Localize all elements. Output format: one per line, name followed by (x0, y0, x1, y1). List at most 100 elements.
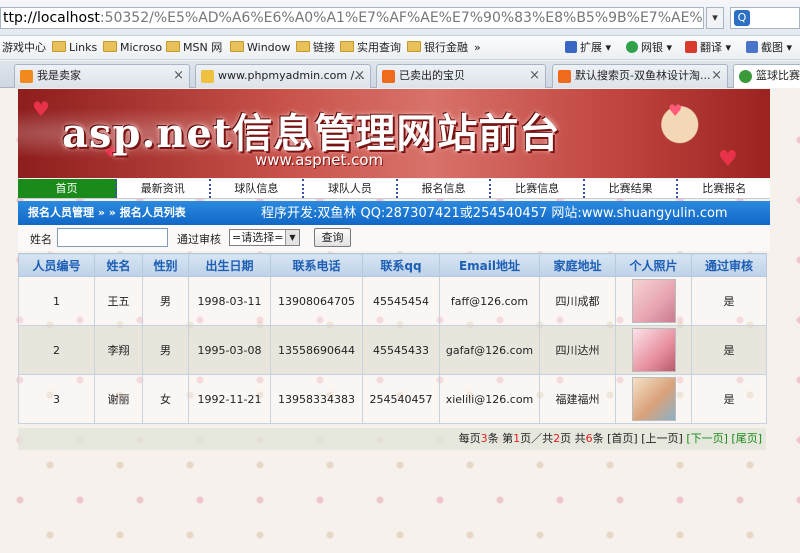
folder-icon (340, 41, 354, 52)
next-page-link[interactable]: [下一页] (686, 432, 728, 445)
fav-item-games[interactable]: 游戏中心 (2, 40, 46, 56)
search-icon[interactable]: Q (734, 10, 750, 26)
main-nav: 首页 最新资讯 球队信息 球队人员 报名信息 比赛信息 比赛结果 比赛报名 (18, 179, 770, 199)
col-gender: 性别 (142, 253, 189, 277)
nav-registration-info[interactable]: 报名信息 (398, 179, 492, 198)
cell-photo (615, 276, 692, 326)
prev-page-link[interactable]: [上一页] (641, 432, 683, 445)
folder-icon (230, 41, 244, 52)
pager-text: 条 第 (487, 432, 514, 445)
close-icon[interactable]: × (711, 65, 722, 87)
pager-text: 每页 (458, 432, 481, 445)
folder-icon (103, 41, 117, 52)
col-id: 人员编号 (18, 253, 95, 277)
tab-seller[interactable]: 我是卖家 × (14, 64, 190, 88)
close-icon[interactable]: × (173, 65, 184, 87)
pager-text: 页／共 (520, 432, 554, 445)
banner-subtitle: www.aspnet.com (255, 151, 384, 169)
tab-basketball[interactable]: 篮球比赛管 (733, 64, 800, 88)
toolbar-translate[interactable]: 翻译 ▾ (685, 40, 731, 56)
cell-phone: 13958334383 (270, 374, 363, 424)
close-icon[interactable]: × (354, 65, 365, 87)
tab-phpmyadmin[interactable]: www.phpmyadmin.com /... × (195, 64, 371, 88)
name-input[interactable] (57, 228, 168, 247)
fav-item-bank[interactable]: 银行金融 (407, 40, 468, 56)
fav-item-links[interactable]: Links (52, 40, 97, 56)
first-page-link[interactable]: [首页] (607, 432, 638, 445)
nav-team-members[interactable]: 球队人员 (304, 179, 398, 198)
nav-home[interactable]: 首页 (18, 179, 117, 198)
cell-gender: 男 (142, 325, 189, 375)
person-photo[interactable] (631, 328, 676, 372)
favorites-bar: 游戏中心 Links Microso MSN 网 Window 链接 实用查询 … (0, 36, 800, 60)
table-row[interactable]: 1 王五 男 1998-03-11 13908064705 45545454 f… (18, 276, 767, 326)
fav-item-windows[interactable]: Window (230, 40, 290, 56)
address-path: :50352/%E5%AD%A6%E6%A0%A1%E7%AF%AE%E7%90… (99, 10, 703, 26)
last-page-link[interactable]: [尾页] (731, 432, 762, 445)
nav-match-info[interactable]: 比赛信息 (491, 179, 585, 198)
cell-birthdate: 1995-03-08 (188, 325, 271, 375)
col-approved: 通过审核 (691, 253, 767, 277)
cell-phone: 13558690644 (270, 325, 363, 375)
tab-search-page[interactable]: 默认搜索页-双鱼林设计淘... × (552, 64, 728, 88)
taobao-icon (558, 70, 571, 83)
table-row[interactable]: 2 李翔 男 1995-03-08 13558690644 45545433 g… (18, 325, 767, 375)
fav-item-utility[interactable]: 实用查询 (340, 40, 401, 56)
address-input[interactable]: ttp://localhost:50352/%E5%AD%A6%E6%A0%A1… (0, 7, 704, 29)
folder-icon (52, 41, 66, 52)
extensions-icon (565, 41, 577, 53)
person-photo[interactable] (631, 279, 676, 323)
tab-sold-items[interactable]: 已卖出的宝贝 × (376, 64, 546, 88)
cell-name: 王五 (94, 276, 143, 326)
fav-more-chevron-icon[interactable]: » (474, 40, 481, 56)
cell-birthdate: 1992-11-21 (188, 374, 271, 424)
approve-select[interactable]: =请选择= ▼ (229, 229, 300, 246)
address-dropdown-button[interactable]: ▾ (706, 7, 724, 29)
chevron-down-icon: ▼ (285, 230, 299, 245)
cell-birthdate: 1998-03-11 (188, 276, 271, 326)
close-icon[interactable]: × (529, 65, 540, 87)
pagination: 每页3条 第1页／共2页 共6条 [首页] [上一页] [下一页] [尾页] (18, 428, 766, 450)
nav-team-info[interactable]: 球队信息 (211, 179, 305, 198)
cell-approved: 是 (691, 276, 767, 326)
screenshot-icon (746, 41, 758, 53)
browser-search-box[interactable]: Q (730, 7, 800, 29)
heart-icon: ♥ (668, 101, 683, 120)
tab-bar: 我是卖家 × www.phpmyadmin.com /... × 已卖出的宝贝 … (0, 61, 800, 88)
nav-match-results[interactable]: 比赛结果 (585, 179, 679, 198)
nav-match-registration[interactable]: 比赛报名 (678, 179, 770, 198)
name-label: 姓名 (30, 233, 52, 246)
folder-icon (166, 41, 180, 52)
col-address: 家庭地址 (539, 253, 616, 277)
person-photo[interactable] (631, 377, 676, 421)
address-bar: ttp://localhost:50352/%E5%AD%A6%E6%A0%A1… (0, 0, 800, 36)
fav-item-microsoft[interactable]: Microso (103, 40, 162, 56)
per-page-count: 3 (480, 432, 488, 445)
folder-icon (296, 41, 310, 52)
cell-id: 1 (18, 276, 95, 326)
table-row[interactable]: 3 谢丽 女 1992-11-21 13958334383 254540457 … (18, 374, 767, 424)
cell-approved: 是 (691, 325, 767, 375)
taobao-icon (382, 70, 395, 83)
translate-icon (685, 41, 697, 53)
cell-gender: 女 (142, 374, 189, 424)
cell-qq: 45545454 (362, 276, 440, 326)
toolbar-extensions[interactable]: 扩展 ▾ (565, 40, 611, 56)
approve-label: 通过审核 (177, 233, 221, 246)
cell-email: gafaf@126.com (439, 325, 540, 375)
toolbar-ebank[interactable]: 网银 ▾ (626, 40, 672, 56)
cell-address: 福建福州 (539, 374, 616, 424)
fav-item-msn[interactable]: MSN 网 (166, 40, 222, 56)
taobao-icon (20, 70, 33, 83)
cell-id: 2 (18, 325, 95, 375)
query-button[interactable]: 查询 (314, 228, 351, 247)
nav-news[interactable]: 最新资讯 (117, 179, 211, 198)
cell-address: 四川成都 (539, 276, 616, 326)
heart-icon: ♥ (32, 97, 50, 121)
heart-icon: ♥ (718, 147, 738, 172)
breadcrumb: 报名人员管理 » » 报名人员列表 (28, 206, 186, 219)
fav-item-links-cn[interactable]: 链接 (296, 40, 335, 56)
toolbar-screenshot[interactable]: 截图 ▾ (746, 40, 792, 56)
col-birthdate: 出生日期 (188, 253, 271, 277)
search-form: 姓名 通过审核 =请选择= ▼ 查询 (18, 225, 770, 251)
